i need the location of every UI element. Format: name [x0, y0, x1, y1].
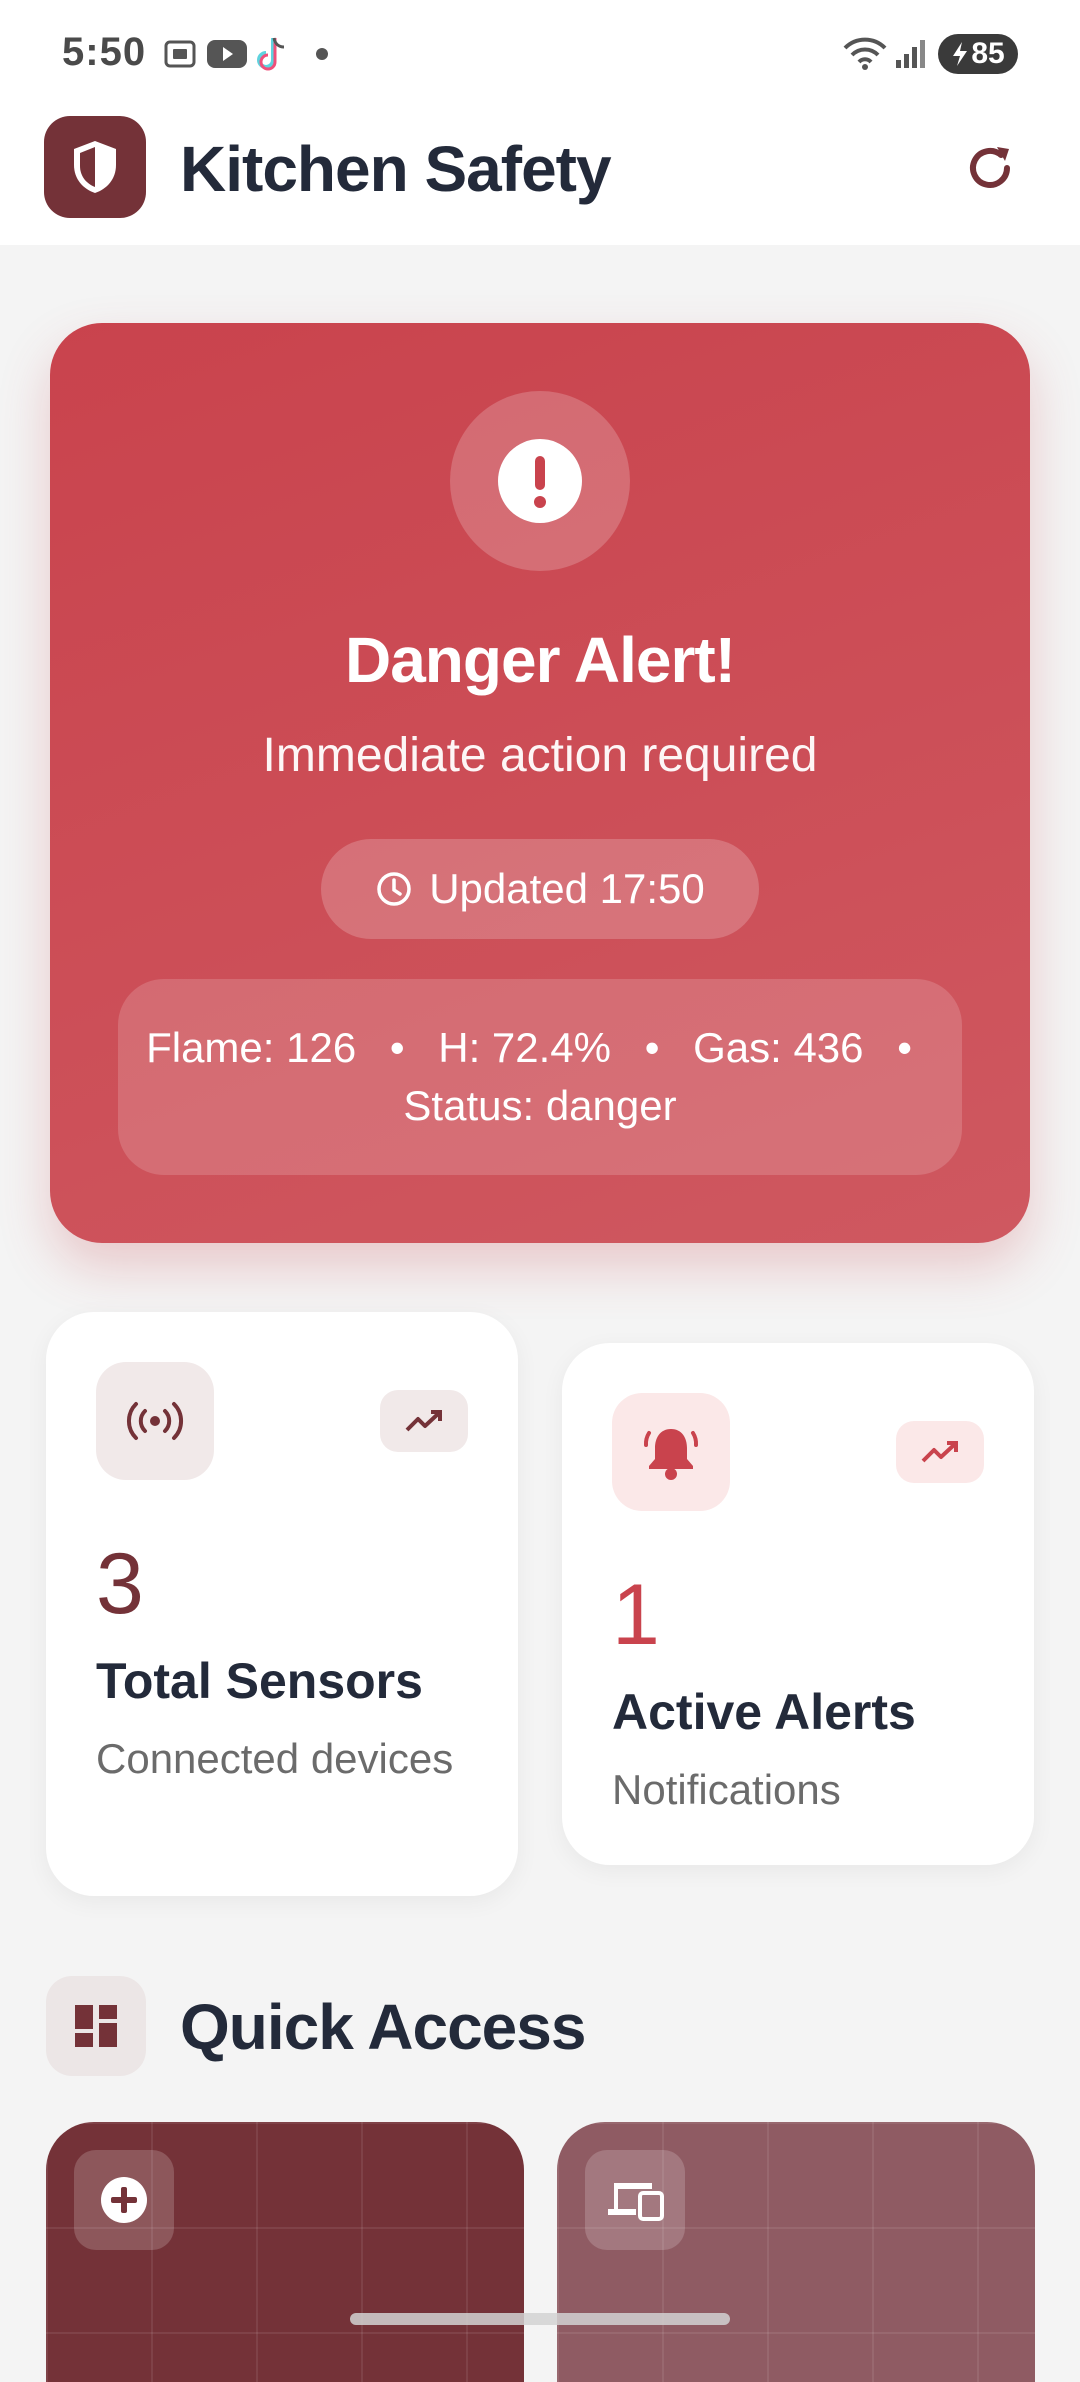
shield-icon — [74, 141, 116, 193]
quick-access-title: Quick Access — [180, 1991, 586, 2063]
reading-separator: • — [644, 1024, 660, 1071]
charging-bolt-icon — [953, 42, 968, 66]
devices-icon-container — [585, 2150, 685, 2250]
alerts-sublabel: Notifications — [612, 1766, 841, 1813]
app-title: Kitchen Safety — [180, 133, 612, 205]
quick-access-add-tile[interactable] — [46, 2122, 524, 2382]
quick-access-devices-tile[interactable] — [557, 2122, 1035, 2382]
sensors-count: 3 — [96, 1536, 144, 1632]
youtube-icon — [207, 40, 247, 68]
active-alerts-card[interactable]: 1 Active Alerts Notifications — [562, 1343, 1034, 1865]
refresh-button[interactable] — [958, 136, 1022, 200]
flame-reading: Flame: 126 — [146, 1024, 357, 1071]
bell-icon — [643, 1429, 699, 1480]
status-time: 5:50 — [62, 30, 147, 74]
sensors-sublabel: Connected devices — [96, 1735, 454, 1782]
add-icon-container — [74, 2150, 174, 2250]
battery-level: 85 — [971, 37, 1005, 70]
reading-separator: • — [897, 1024, 912, 1071]
screenshot-icon — [164, 40, 196, 68]
alerts-label: Active Alerts — [612, 1684, 916, 1740]
app-header: Kitchen Safety — [0, 110, 1080, 245]
reading-separator: • — [389, 1024, 405, 1071]
signal-icon — [896, 40, 925, 68]
battery-icon: 85 — [938, 34, 1018, 74]
danger-alert-card[interactable]: Danger Alert! Immediate action required … — [50, 323, 1030, 1243]
app-logo — [44, 116, 146, 218]
alert-title: Danger Alert! — [344, 624, 736, 696]
notification-dot — [316, 48, 328, 60]
total-sensors-card[interactable]: 3 Total Sensors Connected devices — [46, 1312, 518, 1896]
alerts-count: 1 — [612, 1567, 660, 1663]
add-circle-icon — [101, 2177, 147, 2223]
humidity-reading: H: 72.4% — [438, 1024, 612, 1071]
home-indicator[interactable] — [350, 2313, 730, 2325]
exclamation-icon — [498, 439, 582, 523]
clock-icon — [377, 872, 411, 906]
updated-time-pill: Updated 17:50 — [321, 839, 759, 939]
sensor-icon-container — [96, 1362, 214, 1480]
wifi-icon — [843, 37, 887, 70]
sensor-signal-icon — [126, 1402, 184, 1440]
trending-up-icon — [405, 1410, 442, 1432]
refresh-icon — [970, 147, 1010, 188]
alert-subtitle: Immediate action required — [262, 729, 818, 782]
readings-line-2: Status: danger — [403, 1077, 676, 1135]
alert-bell-icon-container — [612, 1393, 730, 1511]
alerts-trend-badge — [896, 1421, 984, 1483]
sensors-label: Total Sensors — [96, 1653, 423, 1709]
status-bar: 5:50 85 — [0, 0, 1080, 110]
dashboard-icon — [75, 2005, 117, 2047]
quick-access-icon-container — [46, 1976, 146, 2076]
devices-icon — [608, 2183, 664, 2221]
sensors-trend-badge — [380, 1390, 468, 1452]
tiktok-icon — [257, 37, 285, 71]
status-reading: Status: danger — [403, 1082, 677, 1129]
readings-line-1: Flame: 126 • H: 72.4% • Gas: 436 • — [146, 1019, 934, 1077]
sensor-readings: Flame: 126 • H: 72.4% • Gas: 436 • Statu… — [118, 979, 962, 1175]
alert-icon-container — [450, 391, 630, 571]
updated-time-text: Updated 17:50 — [429, 865, 705, 912]
gas-reading: Gas: 436 — [693, 1024, 864, 1071]
trending-up-icon — [921, 1441, 958, 1463]
